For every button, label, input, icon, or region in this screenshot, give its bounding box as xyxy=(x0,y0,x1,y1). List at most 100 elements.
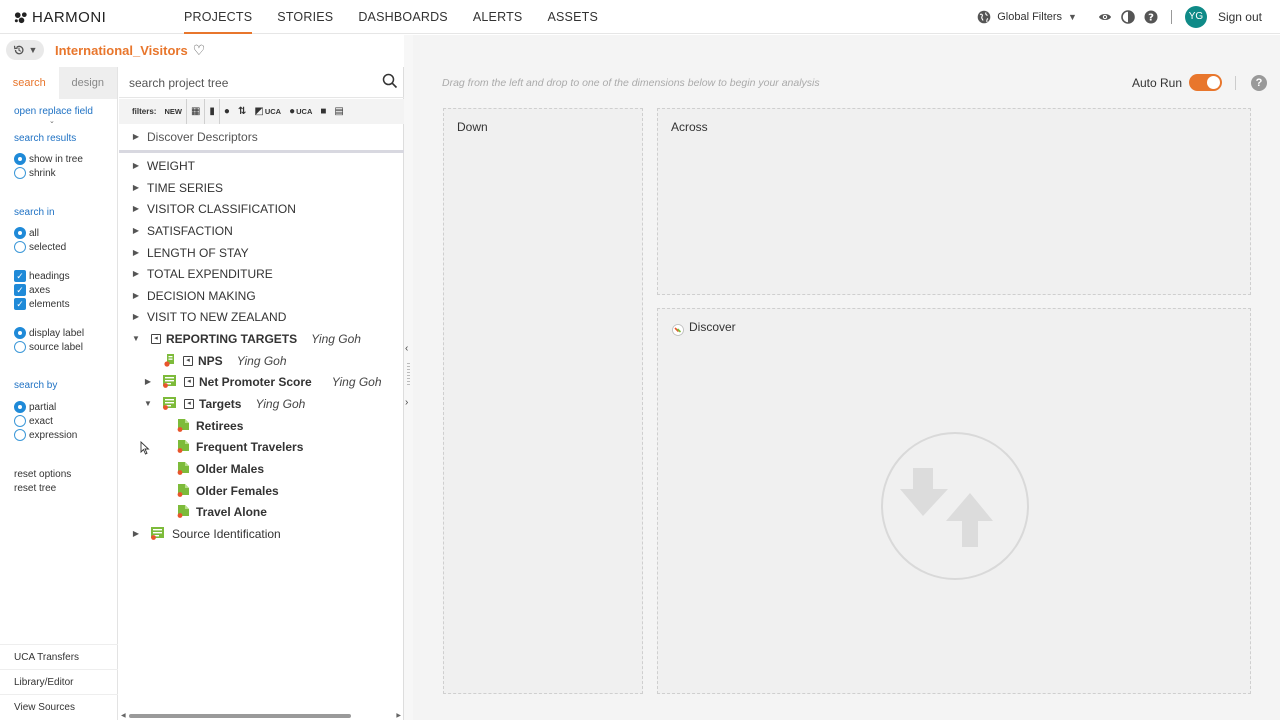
chevron-down-icon[interactable]: ⌄ xyxy=(49,117,55,125)
harmoni-logo[interactable]: HARMONI xyxy=(14,9,106,26)
show-in-tree-radio[interactable]: show in tree xyxy=(14,153,83,165)
avatar[interactable]: YG xyxy=(1184,6,1207,28)
global-filters-dropdown[interactable]: Global Filters ▼ xyxy=(977,10,1077,24)
tree-row-total-expenditure[interactable]: ▶ TOTAL EXPENDITURE xyxy=(130,263,273,284)
open-replace-field-link[interactable]: open replace field xyxy=(14,106,93,117)
reset-tree-link[interactable]: reset tree xyxy=(14,483,56,494)
elements-checkbox[interactable]: ✓ elements xyxy=(14,298,70,310)
project-name[interactable]: International_Visitors xyxy=(55,43,188,58)
panel-splitter[interactable]: ‹ › xyxy=(404,35,413,720)
collapse-triangle-icon[interactable]: ▼ xyxy=(130,334,142,343)
radio-selected xyxy=(14,401,26,413)
expand-triangle-icon[interactable]: ▶ xyxy=(130,248,142,257)
tree-row-retirees[interactable]: Retirees xyxy=(177,415,243,436)
tree-row-decision-making[interactable]: ▶ DECISION MAKING xyxy=(130,285,256,306)
heart-icon[interactable]: ♡ xyxy=(193,42,206,59)
help-icon[interactable]: ? xyxy=(1144,10,1158,24)
expand-triangle-icon[interactable]: ▶ xyxy=(130,269,142,278)
exact-radio[interactable]: exact xyxy=(14,415,53,427)
scroll-left-icon[interactable]: ◀ xyxy=(121,712,126,719)
tree-row-older-females[interactable]: Older Females xyxy=(177,480,279,501)
nav-stories[interactable]: STORIES xyxy=(277,0,333,34)
library-editor-link[interactable]: Library/Editor xyxy=(0,669,118,694)
uca-box-icon: ◂ xyxy=(151,333,161,344)
reset-options-link[interactable]: reset options xyxy=(14,469,71,480)
shrink-radio[interactable]: shrink xyxy=(14,167,56,179)
filter-new-button[interactable]: NEW xyxy=(160,99,187,124)
down-drop-zone[interactable]: Down xyxy=(443,108,643,694)
axes-checkbox[interactable]: ✓ axes xyxy=(14,284,50,296)
across-drop-zone[interactable]: Across xyxy=(657,108,1251,295)
collapse-triangle-icon[interactable]: ▼ xyxy=(142,399,154,408)
contrast-icon[interactable] xyxy=(1121,10,1135,24)
expand-triangle-icon[interactable]: ▶ xyxy=(130,204,142,213)
help-icon[interactable]: ? xyxy=(1251,74,1268,91)
expand-triangle-icon[interactable]: ▶ xyxy=(130,161,142,170)
uca-transfers-link[interactable]: UCA Transfers xyxy=(0,644,118,669)
collapse-left-icon[interactable]: ‹ xyxy=(405,343,408,354)
nav-projects[interactable]: PROJECTS xyxy=(184,0,253,34)
scrollbar-thumb[interactable] xyxy=(129,714,351,718)
tab-search[interactable]: search xyxy=(0,67,59,99)
tree-row-visitor-classification[interactable]: ▶ VISITOR CLASSIFICATION xyxy=(130,198,296,219)
discover-drop-zone[interactable]: Discover xyxy=(657,308,1251,694)
horizontal-scrollbar[interactable]: ◀ ▶ xyxy=(119,712,404,720)
expand-triangle-icon[interactable]: ▶ xyxy=(130,312,142,321)
source-label-radio[interactable]: source label xyxy=(14,341,83,353)
auto-run-toggle[interactable] xyxy=(1189,74,1223,91)
filter-folder-button[interactable]: ■ xyxy=(316,99,330,124)
tree-row-targets[interactable]: ▼ ◂ Targets Ying Goh xyxy=(142,393,305,414)
tree-row-nps[interactable]: ◂ NPS Ying Goh xyxy=(164,350,287,371)
tree-row-discover-descriptors[interactable]: ▶ Discover Descriptors xyxy=(130,126,258,147)
splitter-grip[interactable] xyxy=(407,363,410,387)
headings-checkbox[interactable]: ✓ headings xyxy=(14,270,70,282)
expand-triangle-icon[interactable]: ▶ xyxy=(130,183,142,192)
tree-row-net-promoter-score[interactable]: ▶ ◂ Net Promoter Score Ying Goh xyxy=(142,371,382,392)
tree-row-older-males[interactable]: Older Males xyxy=(177,458,264,479)
filter-list-button[interactable]: ▤ xyxy=(330,99,347,124)
sign-out-link[interactable]: Sign out xyxy=(1218,10,1262,24)
expand-triangle-icon[interactable]: ▶ xyxy=(130,226,142,235)
search-in-all-radio[interactable]: all xyxy=(14,227,39,239)
nav-assets[interactable]: ASSETS xyxy=(547,0,598,34)
history-button[interactable]: ▼ xyxy=(6,40,44,60)
tree-row-travel-alone[interactable]: Travel Alone xyxy=(177,501,267,522)
tree-row-weight[interactable]: ▶ WEIGHT xyxy=(130,155,195,176)
view-sources-link[interactable]: View Sources xyxy=(0,694,118,719)
nav-dashboards[interactable]: DASHBOARDS xyxy=(358,0,448,34)
filter-toolbar: filters: NEW ▦ ▮ ● ⇅ ◩ UCA ● UCA ■ ▤ xyxy=(119,99,404,124)
search-input[interactable] xyxy=(129,73,369,93)
tree-row-time-series[interactable]: ▶ TIME SERIES xyxy=(130,177,223,198)
display-label-radio[interactable]: display label xyxy=(14,327,84,339)
search-in-selected-radio[interactable]: selected xyxy=(14,241,66,253)
filter-uca-box-button[interactable]: ◩ UCA xyxy=(250,99,285,124)
filter-uca-person-button[interactable]: ● UCA xyxy=(285,99,316,124)
nav-alerts[interactable]: ALERTS xyxy=(473,0,523,34)
expand-triangle-icon[interactable]: ▶ xyxy=(130,291,142,300)
filter-column-button[interactable]: ▮ xyxy=(205,99,220,124)
tree-row-length-of-stay[interactable]: ▶ LENGTH OF STAY xyxy=(130,242,249,263)
filter-grid-button[interactable]: ▦ xyxy=(187,99,206,124)
project-tree: ▶ Discover Descriptors ▶ WEIGHT ▶ TIME SERI… xyxy=(119,125,404,710)
top-right-tools: Global Filters ▼ ? YG Sign out xyxy=(977,0,1262,34)
radio-label: partial xyxy=(29,401,57,413)
tree-row-source-identification[interactable]: ▶ Source Identification xyxy=(130,523,281,544)
expand-triangle-icon[interactable]: ▶ xyxy=(130,132,142,141)
tab-design[interactable]: design xyxy=(58,67,117,99)
eye-icon[interactable] xyxy=(1098,10,1112,24)
tree-row-reporting-targets[interactable]: ▼ ◂ REPORTING TARGETS Ying Goh xyxy=(130,328,361,349)
filter-sort-button[interactable]: ⇅ xyxy=(234,99,250,124)
scroll-right-icon[interactable]: ▶ xyxy=(396,712,401,719)
partial-radio[interactable]: partial xyxy=(14,401,56,413)
tree-row-satisfaction[interactable]: ▶ SATISFACTION xyxy=(130,220,233,241)
chevron-down-icon: ▼ xyxy=(1068,12,1077,22)
search-icon[interactable] xyxy=(382,73,398,89)
expand-triangle-icon[interactable]: ▶ xyxy=(130,529,142,538)
expression-radio[interactable]: expression xyxy=(14,429,77,441)
tree-row-label: DECISION MAKING xyxy=(147,288,256,303)
tree-row-frequent-travelers[interactable]: Frequent Travelers xyxy=(177,436,303,457)
expand-right-icon[interactable]: › xyxy=(405,397,408,408)
expand-triangle-icon[interactable]: ▶ xyxy=(142,377,154,386)
filter-pin-button[interactable]: ● xyxy=(220,99,234,124)
tree-row-visit-to-new-zealand[interactable]: ▶ VISIT TO NEW ZEALAND xyxy=(130,306,286,327)
